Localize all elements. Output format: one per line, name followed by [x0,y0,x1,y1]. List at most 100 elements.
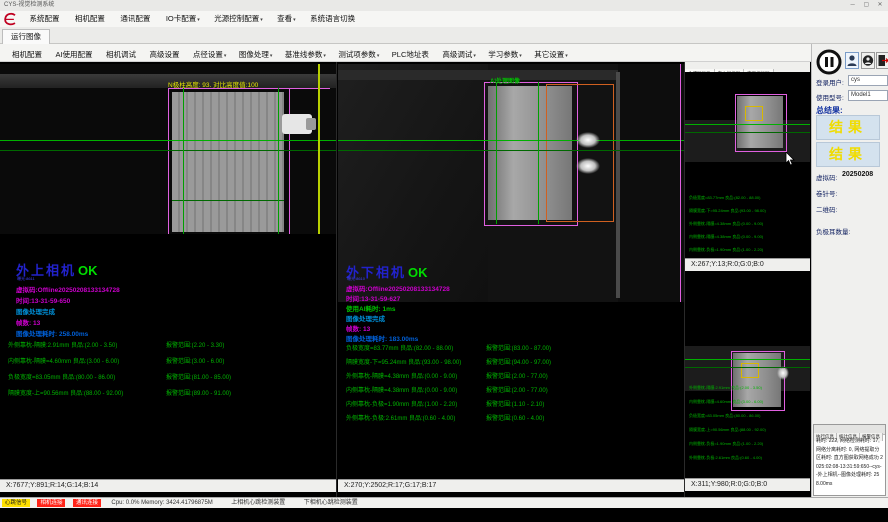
menu-item-camera-config[interactable]: 相机配置 [75,11,106,28]
measurement-alarm: 报警范围:(83.00 - 87.00) [486,343,551,352]
reflective-tab [777,366,789,380]
measure-line-green [685,359,810,360]
menu-item-language-switch[interactable]: 系统语言切换 [310,11,356,28]
log-box[interactable]: 执行信息统计信息报警信息 耗时: 222, 网络检测耗时: 17, 网络分离耗时… [813,424,886,496]
camera-connection-badge: 相机连接 [37,499,65,507]
thumb-measure-text: 内侧靠枕-负极=1.90mm 良品:(1.00 - 2.20) [689,441,763,447]
status-bar: 心跳信号 相机连接 通讯连接 Cpu: 0.0% Memory: 3424.41… [0,497,888,508]
thumb-measure-text: 外侧靠枕-隔膜=4.38mm 良品:(0.00 - 9.00) [689,221,763,227]
measure-line-green [496,82,497,224]
chevron-down-icon: ▾ [260,17,263,23]
measurement-alarm: 报警范围:(2.20 - 3.30) [166,340,224,349]
result-badge-2: 结果 [816,142,880,167]
thumb-measure-text: 外侧靠枕-负极:2.61mm 良品:(0.60 - 4.00) [689,455,762,461]
measurement-value: 外侧靠枕-隔膜=4.38mm 良品:(0.00 - 9.00) [346,371,457,380]
menu-item-system-config[interactable]: 系统配置 [29,11,60,28]
tab-run-image[interactable]: 运行图像 [2,29,50,45]
pixel-coords-readout: X:270;Y:2502;R:17;G:17;B:17 [338,479,684,492]
chevron-down-icon: ▾ [377,53,380,59]
measure-line-green [172,200,284,201]
measure-line-green [538,82,539,224]
measurement-alarm: 报警范围:(3.00 - 6.00) [166,356,224,365]
roi-rect-pink [168,88,290,234]
exposure-text: 曝光:8611 [17,276,35,282]
measurement-alarm: 报警范围:(89.00 - 91.00) [166,388,231,397]
menu-item-light-config[interactable]: 光源控制配置▾ [214,11,263,28]
camera-thumbnail-inner-top[interactable]: 负极宽度=83.77mm 良品:(82.00 - 88.00) 隔膜宽度-下=9… [685,72,810,258]
barcode-text: 虚拟码:Offline20250208133134728 [16,284,120,294]
measurement-row: 隔膜宽度-上=90.56mm 良品:(88.00 - 92.00) 报警范围:(… [8,388,336,400]
maximize-icon[interactable]: ▢ [860,0,872,11]
measurement-row: 隔膜宽度-下=95.24mm 良品:(93.00 - 98.00) 报警范围:(… [346,357,684,369]
measurement-value: 内侧靠枕-隔膜=4.38mm 良品:(0.00 - 9.00) [346,385,457,394]
measurement-alarm: 报警范围:(0.60 - 4.00) [486,413,544,422]
user-button[interactable] [845,52,859,69]
measure-line-green [685,367,810,368]
account-icon [862,53,874,68]
camera-panel-outer-top[interactable]: N极柱高度: 93. 对比高度值:100 外上相机OK 曝光:8611 虚拟码:… [0,62,337,497]
process-done-text: 图像处理完成 [16,306,55,316]
exposure-text: 曝光:8610 [347,276,365,282]
camera-thumbnail-inner-bottom[interactable]: 外侧靠枕-隔膜:2.91mm 良品:(2.00 - 3.50) 内侧靠枕-隔膜=… [685,271,810,478]
app-window: CYS-视觉检测系统 ─ ▢ ✕ 系统配置 相机配置 通讯配置 IO卡配置▾ 光… [0,0,888,522]
user-field[interactable]: cys [848,75,888,86]
roi-rect-pink [735,94,787,152]
status-ok: OK [408,265,428,280]
menu-bar: 系统配置 相机配置 通讯配置 IO卡配置▾ 光源控制配置▾ 查看▾ 系统语言切换 [0,11,888,27]
edge-line-yellow-green [318,64,320,234]
window-controls: ─ ▢ ✕ [847,0,886,11]
comm-connection-badge: 通讯连接 [73,499,101,507]
menu-item-comm-config[interactable]: 通讯配置 [120,11,151,28]
camera-panel-outer-bottom[interactable]: AI处理图像 外下相机OK 曝光:8610 虚拟码:Offline2025020… [338,62,685,497]
reflective-tab [576,158,600,174]
exit-button[interactable] [876,52,888,69]
title-bar: CYS-视觉检测系统 ─ ▢ ✕ [0,0,888,11]
needle-label: 卷针号: [816,188,837,198]
minimize-icon[interactable]: ─ [847,0,859,11]
mouse-cursor [785,152,795,171]
machine-edge [616,72,620,298]
overlay-measure-label: N极柱高度: 93. 对比高度值:100 [168,79,258,89]
measurement-value: 内侧靠枕-隔膜=4.60mm 良品:(3.00 - 6.00) [8,356,119,365]
process-done-text: 图像处理完成 [346,313,385,323]
measure-line-green [685,124,810,125]
measurement-value: 隔膜宽度-下=95.24mm 良品:(93.00 - 98.00) [346,357,461,366]
measurement-alarm: 报警范围:(2.00 - 77.00) [486,371,548,380]
frame-count-text: 帧数: 13 [16,317,40,327]
measurement-value: 负极宽度=83.05mm 良品:(80.00 - 86.00) [8,372,115,381]
thumb-measure-text: 内侧靠枕-隔膜=4.38mm 良品:(0.00 - 9.00) [689,234,763,240]
thumb-measure-text: 外侧靠枕-隔膜:2.91mm 良品:(2.00 - 3.50) [689,385,762,391]
measurement-value: 负极宽度=83.77mm 良品:(82.00 - 88.00) [346,343,453,352]
model-field[interactable]: Model1 [848,90,888,101]
measurement-row: 负极宽度=83.77mm 良品:(82.00 - 88.00) 报警范围:(83… [346,343,684,355]
account-button[interactable] [861,52,875,69]
qr-code-label: 二维码: [816,204,837,214]
heartbeat-badge: 心跳信号 [2,499,30,507]
thumbnail-column: 合成图显示内上相机图内下相机图 负极宽度=83.77mm 良品:(82.00 -… [685,62,810,497]
app-logo-icon [3,12,18,26]
result-badge-1: 结果 [816,115,880,140]
menu-item-view[interactable]: 查看▾ [277,11,296,28]
measurement-row: 内侧靠枕-隔膜=4.60mm 良品:(3.00 - 6.00) 报警范围:(3.… [8,356,336,368]
exit-icon [877,53,888,68]
virtual-code-value: 20250208 [842,171,873,178]
ai-time-text: 使用AI耗时: 1ms [346,303,395,313]
time-text: 时间:13-31-59-627 [346,293,400,303]
elapsed-text: 图像处理耗时: 258.00ms [16,328,88,338]
close-icon[interactable]: ✕ [874,0,886,11]
chevron-down-icon: ▾ [473,53,476,59]
user-label: 登录用户: [816,77,844,87]
model-label: 使用型号: [816,92,844,102]
chevron-down-icon: ▾ [323,53,326,59]
menu-item-io-config[interactable]: IO卡配置▾ [166,11,200,28]
camera-image-outer-top[interactable]: N极柱高度: 93. 对比高度值:100 [0,64,336,234]
measurement-value: 外侧靠枕-隔膜:2.91mm 良品:(2.00 - 3.50) [8,340,117,349]
measure-line-green [685,132,810,133]
thumbnail-tabs: 合成图显示内上相机图内下相机图 [685,62,810,72]
pixel-coords-readout: X:311;Y:980;R:0;G:0;B:0 [685,478,810,491]
pause-button[interactable] [816,49,842,75]
toolbar: 相机配置 AI使用配置 相机调试 高级设置 点径设置▾ 图像处理▾ 基准线参数▾… [0,44,888,62]
pixel-coords-readout: X:7677;Y:891;R:14;G:14;B:14 [0,479,336,492]
barcode-text: 虚拟码:Offline20250208133134728 [346,283,450,293]
main-area: N极柱高度: 93. 对比高度值:100 外上相机OK 曝光:8611 虚拟码:… [0,62,888,497]
